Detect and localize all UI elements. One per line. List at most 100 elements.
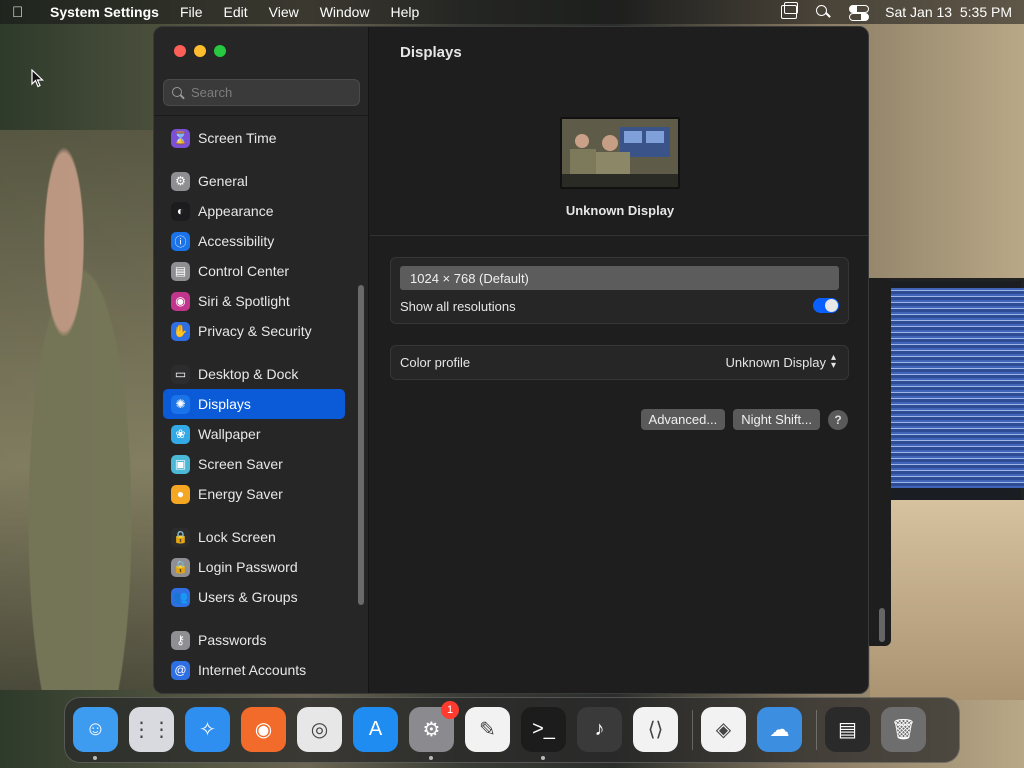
textedit-icon[interactable]: ✎	[465, 707, 510, 752]
partial-item-icon	[171, 120, 190, 121]
menu-help[interactable]: Help	[391, 4, 420, 20]
dock-glyph: >_	[532, 718, 555, 740]
terminal-icon[interactable]: >_	[521, 707, 566, 752]
menu-window[interactable]: Window	[320, 4, 370, 20]
dock-glyph: ◉	[254, 719, 273, 741]
menu-edit[interactable]: Edit	[224, 4, 248, 20]
sidebar-item-appearance[interactable]: ◐ Appearance	[163, 196, 345, 226]
page-title: Displays	[400, 44, 462, 61]
at-icon: @	[171, 660, 190, 680]
color-profile-popup[interactable]: Unknown Display ▴ ▾	[726, 353, 836, 371]
weather-icon[interactable]: ☁	[757, 707, 802, 752]
dock-glyph: ▤	[838, 719, 857, 741]
sidebar-item-label: Screen Saver	[198, 456, 283, 472]
menu-clock[interactable]: Sat Jan 13 5:35 PM	[885, 4, 1012, 20]
menu-app-name[interactable]: System Settings	[50, 4, 159, 20]
sidebar-item-desktop-dock[interactable]: ▭ Desktop & Dock	[163, 359, 345, 389]
search-field[interactable]	[163, 79, 360, 106]
color-profile-card: Color profile Unknown Display ▴ ▾	[390, 345, 849, 380]
zoom-button[interactable]	[214, 45, 226, 57]
display-thumbnail-image	[562, 119, 678, 187]
dock-icon: ▭	[171, 364, 190, 384]
safari-icon[interactable]: ✧	[185, 707, 230, 752]
sidebar-item-screen-saver[interactable]: ▣ Screen Saver	[163, 449, 345, 479]
menu-view[interactable]: View	[269, 4, 299, 20]
firefox-icon[interactable]: ◉	[241, 707, 286, 752]
garageband-icon[interactable]: ♪	[577, 707, 622, 752]
appearance-icon: ◐	[171, 201, 190, 221]
dock-glyph: A	[368, 718, 383, 740]
sidebar-item-label: Login Password	[198, 559, 298, 575]
resolution-card: 1024 × 768 (Default) Show all resolution…	[390, 257, 849, 324]
sidebar-item-login-password[interactable]: 🔒 Login Password	[163, 552, 345, 582]
sidebar-item-label: Lock Screen	[198, 529, 276, 545]
background-window-scrollbar[interactable]	[879, 608, 885, 642]
background-window[interactable]	[869, 278, 891, 646]
spotlight-search-icon[interactable]	[815, 5, 831, 19]
key-icon: ⚷	[171, 630, 190, 650]
visual-studio-icon[interactable]: ◈	[701, 707, 746, 752]
stage-manager-icon[interactable]	[781, 2, 799, 19]
dock-glyph: ⟨⟩	[647, 719, 664, 741]
sidebar-scrollbar[interactable]	[358, 285, 364, 605]
displays-pane: Displays Unknown Display 1024 × 768 (Def…	[370, 27, 868, 693]
launchpad-icon[interactable]: ⋮⋮	[129, 707, 174, 752]
accessibility-icon: ⓘ	[171, 231, 190, 251]
display-preview[interactable]	[560, 117, 680, 189]
control-center-icon[interactable]	[849, 5, 870, 21]
sun-icon: ✺	[171, 394, 190, 414]
system-settings-icon[interactable]: ⚙ 1	[409, 701, 459, 752]
vscode-icon[interactable]: ⟨⟩	[633, 707, 678, 752]
notification-badge: 1	[441, 701, 459, 719]
sidebar-item-screen-time[interactable]: ⌛ Screen Time	[163, 123, 345, 153]
screen-thumbnail-icon[interactable]: ▤	[825, 707, 870, 752]
pane-divider	[370, 235, 868, 236]
sidebar-item-siri-spotlight[interactable]: ◉ Siri & Spotlight	[163, 286, 345, 316]
sidebar-item-label: Energy Saver	[198, 486, 283, 502]
resolution-selector[interactable]: 1024 × 768 (Default)	[400, 266, 839, 290]
dock-separator	[692, 710, 693, 750]
search-input[interactable]	[191, 85, 351, 100]
dock-glyph: ⋮⋮	[131, 719, 172, 741]
sidebar-item-label: Users & Groups	[198, 589, 298, 605]
show-all-resolutions-toggle[interactable]	[813, 298, 839, 313]
sidebar-list: ⌛ Screen Time ⚙ General ◐ Appearance ⓘ Accessib…	[163, 123, 345, 685]
sidebar-item-label: Control Center	[198, 263, 290, 279]
sidebar-item-control-center[interactable]: ▤ Control Center	[163, 256, 345, 286]
wallpaper-person	[0, 130, 160, 690]
minimize-button[interactable]	[194, 45, 206, 57]
lightbulb-icon: ●	[171, 484, 190, 504]
color-profile-label: Color profile	[400, 355, 471, 370]
lock-icon: 🔒	[171, 557, 190, 577]
sidebar-item-wallpaper[interactable]: ❀ Wallpaper	[163, 419, 345, 449]
sidebar-item-energy-saver[interactable]: ● Energy Saver	[163, 479, 345, 509]
advanced-button[interactable]: Advanced...	[640, 409, 726, 430]
close-button[interactable]	[174, 45, 186, 57]
trash-icon[interactable]: 🗑	[881, 707, 926, 752]
apple-menu-icon[interactable]: 	[12, 4, 32, 21]
sidebar-item-internet-accounts[interactable]: @ Internet Accounts	[163, 655, 345, 685]
running-indicator	[93, 756, 97, 760]
sidebar-item-passwords[interactable]: ⚷ Passwords	[163, 625, 345, 655]
control-center-icon: ▤	[171, 261, 190, 281]
sidebar-item-privacy-security[interactable]: ✋ Privacy & Security	[163, 316, 345, 346]
menu-file[interactable]: File	[180, 4, 203, 20]
sidebar-item-users-groups[interactable]: 👥 Users & Groups	[163, 582, 345, 612]
sidebar-item-label: Accessibility	[198, 233, 275, 249]
finder-icon[interactable]: ☺	[73, 707, 118, 752]
running-indicator	[429, 756, 433, 760]
help-button[interactable]: ?	[828, 409, 848, 430]
sidebar-item-lock-screen[interactable]: 🔒 Lock Screen	[163, 522, 345, 552]
chrome-icon[interactable]: ◎	[297, 707, 342, 752]
sidebar-item-accessibility[interactable]: ⓘ Accessibility	[163, 226, 345, 256]
app-store-icon[interactable]: A	[353, 707, 398, 752]
dock-glyph: ⚙	[422, 719, 441, 741]
dock-glyph: ♪	[594, 718, 605, 740]
sidebar-item-general[interactable]: ⚙ General	[163, 166, 345, 196]
sidebar-item-displays[interactable]: ✺ Displays	[163, 389, 345, 419]
night-shift-button[interactable]: Night Shift...	[733, 409, 820, 430]
screen-saver-icon: ▣	[171, 454, 190, 474]
sidebar-item-label: Passwords	[198, 632, 267, 648]
display-name: Unknown Display	[565, 203, 675, 218]
dock-glyph: ☺	[85, 718, 106, 740]
